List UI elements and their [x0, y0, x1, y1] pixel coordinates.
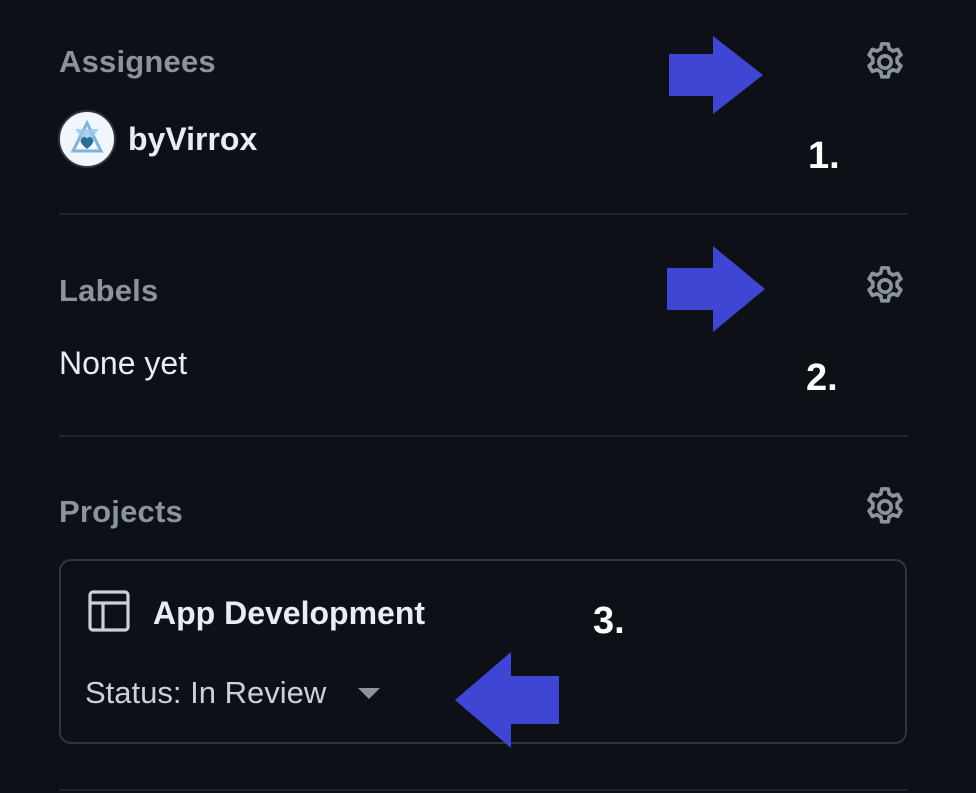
- project-name-link[interactable]: App Development: [153, 595, 425, 632]
- sidebar-panel: Assignees byVirrox 1. Labels None yet 2.…: [0, 0, 976, 793]
- labels-title[interactable]: Labels: [59, 273, 158, 309]
- arrow-right-icon: [669, 36, 763, 114]
- arrow-right-icon: [667, 246, 765, 332]
- project-status-dropdown[interactable]: Status: In Review: [85, 675, 381, 711]
- assignee-name: byVirrox: [128, 120, 258, 157]
- assignees-title[interactable]: Assignees: [59, 44, 216, 80]
- labels-empty-text: None yet: [59, 345, 188, 381]
- gear-icon[interactable]: [862, 484, 908, 530]
- divider: [59, 213, 908, 215]
- projects-title[interactable]: Projects: [59, 494, 183, 530]
- annotation-marker-1: 1.: [808, 135, 840, 177]
- table-icon: [88, 590, 130, 632]
- annotation-marker-3: 3.: [593, 600, 625, 642]
- divider: [59, 789, 908, 791]
- project-status-text: Status: In Review: [85, 675, 327, 710]
- annotation-marker-2: 2.: [806, 357, 838, 399]
- avatar: [58, 110, 116, 168]
- caret-down-icon: [358, 687, 381, 699]
- gear-icon[interactable]: [862, 39, 908, 85]
- gear-icon[interactable]: [862, 263, 908, 309]
- avatar-icon: [70, 119, 104, 153]
- arrow-left-icon: [455, 652, 559, 748]
- assignee-item[interactable]: byVirrox: [58, 110, 257, 168]
- divider: [59, 435, 908, 437]
